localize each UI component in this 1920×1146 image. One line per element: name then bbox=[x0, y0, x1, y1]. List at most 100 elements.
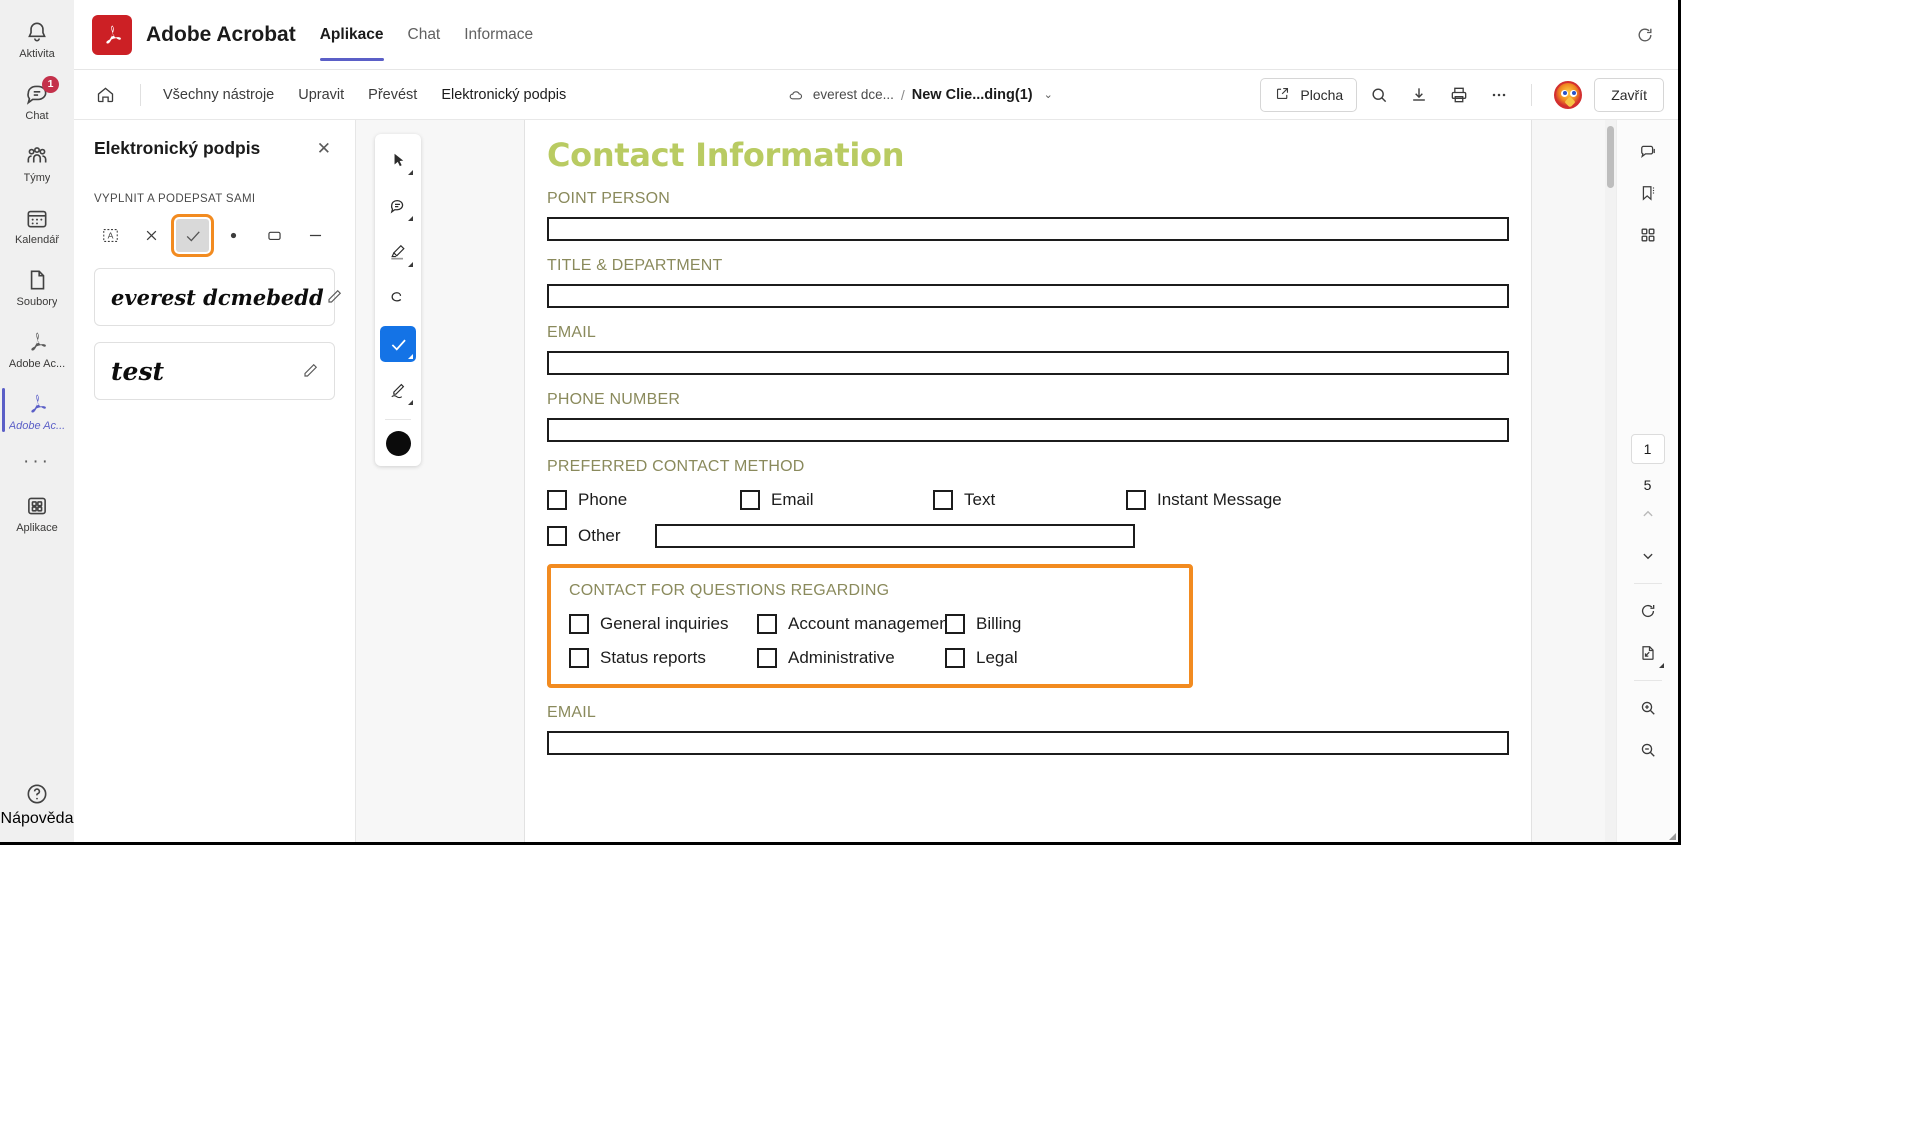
chevron-down-icon[interactable] bbox=[1628, 535, 1668, 577]
check-mark-icon[interactable] bbox=[171, 214, 214, 257]
rail-item-napoveda[interactable]: Nápověda bbox=[0, 781, 74, 828]
saved-signature-1[interactable]: everest dcmebedd bbox=[94, 268, 341, 326]
eraser-icon[interactable] bbox=[380, 280, 416, 316]
open-external-icon bbox=[1274, 85, 1291, 105]
field-input-phone-number[interactable] bbox=[547, 418, 1509, 442]
scrollbar-thumb[interactable] bbox=[1607, 126, 1614, 188]
checkbox-box[interactable] bbox=[547, 526, 567, 546]
calendar-icon bbox=[24, 205, 50, 231]
chat-badge: 1 bbox=[42, 75, 59, 93]
menu-upravit[interactable]: Upravit bbox=[286, 80, 356, 110]
highlighter-icon[interactable] bbox=[380, 234, 416, 270]
tab-aplikace[interactable]: Aplikace bbox=[319, 0, 384, 69]
checkbox-status-reports[interactable]: Status reports bbox=[569, 648, 757, 668]
comment-icon[interactable] bbox=[380, 188, 416, 224]
refresh-icon[interactable] bbox=[1628, 18, 1662, 52]
rail-item-tymy[interactable]: Týmy bbox=[0, 132, 74, 194]
chevron-up-icon[interactable] bbox=[1628, 493, 1668, 535]
checkbox-box[interactable] bbox=[740, 490, 760, 510]
check-mark-icon[interactable] bbox=[380, 326, 416, 362]
checkbox-legal[interactable]: Legal bbox=[945, 648, 1018, 668]
download-icon[interactable] bbox=[1401, 78, 1437, 112]
checkbox-instant-message[interactable]: Instant Message bbox=[1126, 490, 1282, 510]
zoom-in-icon[interactable] bbox=[1628, 687, 1668, 729]
field-input-title-department[interactable] bbox=[547, 284, 1509, 308]
toolbar-right-actions: Plocha Zavřít bbox=[1260, 77, 1664, 112]
pencil-icon[interactable] bbox=[324, 287, 344, 307]
select-cursor-icon[interactable] bbox=[380, 142, 416, 178]
signature-pen-icon[interactable] bbox=[380, 372, 416, 408]
checkbox-label: Status reports bbox=[600, 648, 706, 667]
checkbox-email[interactable]: Email bbox=[740, 490, 933, 510]
comments-panel-icon[interactable] bbox=[1628, 130, 1668, 172]
avatar[interactable] bbox=[1554, 80, 1583, 109]
rail-label: Nápověda bbox=[0, 810, 74, 827]
rail-item-aplikace[interactable]: Aplikace bbox=[0, 482, 74, 544]
breadcrumb-folder[interactable]: everest dce... bbox=[813, 87, 894, 102]
checkbox-general-inquiries[interactable]: General inquiries bbox=[569, 614, 757, 634]
checkbox-box[interactable] bbox=[757, 614, 777, 634]
print-icon[interactable] bbox=[1441, 78, 1477, 112]
checkbox-administrative[interactable]: Administrative bbox=[757, 648, 945, 668]
checkbox-box[interactable] bbox=[547, 490, 567, 510]
rail-more-button[interactable]: ··· bbox=[0, 442, 74, 482]
menu-vsechny-nastroje[interactable]: Všechny nástroje bbox=[151, 80, 286, 110]
checkbox-text[interactable]: Text bbox=[933, 490, 1126, 510]
bookmarks-icon[interactable] bbox=[1628, 172, 1668, 214]
chevron-down-icon[interactable]: ⌄ bbox=[1044, 88, 1053, 101]
checkbox-billing[interactable]: Billing bbox=[945, 614, 1021, 634]
checkbox-other[interactable]: Other bbox=[547, 526, 621, 546]
fit-page-icon[interactable] bbox=[1628, 632, 1668, 674]
checkbox-phone[interactable]: Phone bbox=[547, 490, 740, 510]
search-icon[interactable] bbox=[1361, 78, 1397, 112]
dot-icon[interactable] bbox=[217, 219, 250, 252]
menu-elektronicky-podpis[interactable]: Elektronický podpis bbox=[429, 80, 578, 110]
cloud-icon bbox=[786, 85, 806, 105]
checkbox-box[interactable] bbox=[945, 614, 965, 634]
checkbox-box[interactable] bbox=[757, 648, 777, 668]
field-input-email[interactable] bbox=[547, 351, 1509, 375]
checkbox-account-management[interactable]: Account management bbox=[757, 614, 953, 634]
apps-grid-icon bbox=[24, 493, 50, 519]
checkbox-label: Other bbox=[578, 526, 621, 545]
menu-prevest[interactable]: Převést bbox=[356, 80, 429, 110]
line-icon[interactable] bbox=[299, 219, 332, 252]
cross-mark-icon[interactable] bbox=[135, 219, 168, 252]
preferred-contact-other-row: Other bbox=[547, 524, 1509, 548]
checkbox-box[interactable] bbox=[1126, 490, 1146, 510]
acrobat-teams-window: Aktivita 1 Chat Týmy Kalendář Soubory Ad… bbox=[0, 0, 1681, 845]
checkbox-box[interactable] bbox=[569, 614, 589, 634]
zoom-out-icon[interactable] bbox=[1628, 729, 1668, 771]
rail-item-soubory[interactable]: Soubory bbox=[0, 256, 74, 318]
checkbox-box[interactable] bbox=[945, 648, 965, 668]
rail-item-aktivita[interactable]: Aktivita bbox=[0, 8, 74, 70]
pencil-icon[interactable] bbox=[300, 361, 320, 381]
plocha-button[interactable]: Plocha bbox=[1260, 77, 1358, 112]
rail-item-adobe-acrobat-1[interactable]: Adobe Ac... bbox=[0, 318, 74, 380]
color-swatch-black[interactable] bbox=[385, 431, 411, 456]
field-input-other[interactable] bbox=[654, 524, 1135, 548]
rail-item-chat[interactable]: 1 Chat bbox=[0, 70, 74, 132]
more-options-icon[interactable] bbox=[1481, 78, 1517, 112]
saved-signature-2[interactable]: test bbox=[94, 342, 335, 400]
field-input-bottom-email[interactable] bbox=[547, 731, 1509, 755]
tab-informace[interactable]: Informace bbox=[464, 0, 533, 69]
checkbox-box[interactable] bbox=[569, 648, 589, 668]
close-document-button[interactable]: Zavřít bbox=[1594, 77, 1664, 112]
annotation-toolbar-area bbox=[356, 120, 440, 842]
page-thumbnails-icon[interactable] bbox=[1628, 214, 1668, 256]
home-icon[interactable] bbox=[88, 78, 122, 112]
field-label-bottom-email: EMAIL bbox=[547, 704, 597, 721]
rotate-icon[interactable] bbox=[1628, 590, 1668, 632]
field-input-point-person[interactable] bbox=[547, 217, 1509, 241]
tab-chat[interactable]: Chat bbox=[408, 0, 441, 69]
resize-grip[interactable] bbox=[1669, 833, 1676, 840]
document-scrollbar[interactable] bbox=[1605, 120, 1616, 842]
add-text-icon[interactable]: A bbox=[94, 219, 127, 252]
current-page-input[interactable]: 1 bbox=[1630, 434, 1665, 464]
close-icon[interactable]: ✕ bbox=[313, 138, 335, 159]
rectangle-icon[interactable] bbox=[258, 219, 291, 252]
rail-item-adobe-acrobat-2[interactable]: Adobe Ac... bbox=[0, 380, 74, 442]
rail-item-kalendar[interactable]: Kalendář bbox=[0, 194, 74, 256]
checkbox-box[interactable] bbox=[933, 490, 953, 510]
